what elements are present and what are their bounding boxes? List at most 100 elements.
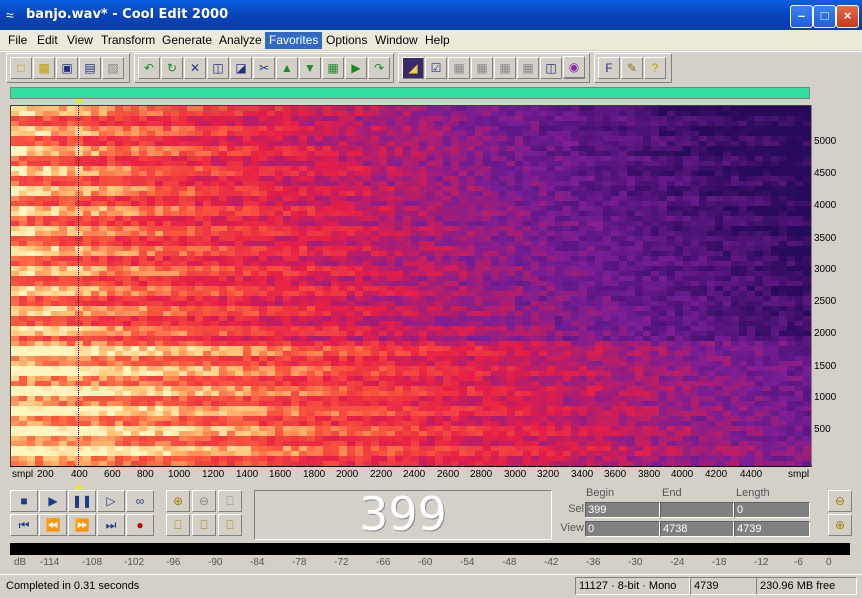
freq-label-5000: 5000 — [814, 136, 837, 147]
level-label: -84 — [250, 557, 265, 568]
grid2-icon[interactable]: ▦ — [471, 57, 493, 79]
record-icon[interactable]: ● — [126, 514, 154, 536]
status-samples[interactable]: 4739 — [690, 577, 757, 595]
play-icon[interactable]: ▶ — [39, 490, 67, 512]
time-unit-right: smpl — [788, 469, 810, 480]
cd-icon[interactable]: ◉ — [563, 56, 585, 78]
repeat-icon[interactable]: ↻ — [161, 57, 183, 79]
zoom-out-horizontal-icon[interactable]: ⊖ — [192, 490, 216, 512]
zoom-out-vertical-icon[interactable]: ⊖ — [828, 490, 852, 512]
playback-cursor[interactable] — [78, 105, 79, 465]
sel-end-field[interactable] — [660, 502, 734, 518]
info-icon[interactable]: ◫ — [540, 57, 562, 79]
open-icon[interactable]: ▩ — [33, 57, 55, 79]
zoom-full-icon[interactable]: ⎕ — [218, 490, 242, 512]
menu-favorites[interactable]: Favorites — [265, 32, 323, 49]
menu-transform[interactable]: Transform — [97, 32, 159, 49]
zoom-left-icon[interactable]: ⎕ — [192, 514, 216, 536]
level-label: -6 — [794, 557, 803, 568]
stop-icon[interactable]: ■ — [10, 490, 38, 512]
view-end-field[interactable]: 4738 — [660, 521, 734, 537]
mixdown-icon[interactable]: ↷ — [368, 57, 390, 79]
time-label: 3200 — [537, 469, 560, 480]
time-label: 2800 — [470, 469, 493, 480]
time-label: 4200 — [705, 469, 728, 480]
freq-label-500: 500 — [814, 424, 831, 435]
menu-generate[interactable]: Generate — [158, 32, 216, 49]
save-icon[interactable]: ▣ — [56, 57, 78, 79]
mix-paste-icon[interactable]: ▼ — [299, 57, 321, 79]
go-to-end-icon[interactable]: ⏭ — [97, 514, 125, 536]
spectrogram-view[interactable] — [10, 105, 812, 467]
zoom-selection-icon[interactable]: ⎕ — [166, 514, 190, 536]
undo-icon[interactable]: ↶ — [138, 57, 160, 79]
close-button[interactable]: × — [836, 5, 859, 28]
status-format[interactable]: 11127 · 8-bit · Mono — [575, 577, 690, 595]
level-label: -18 — [712, 557, 727, 568]
waveform-overview-bar[interactable] — [10, 87, 810, 99]
menu-bar: File Edit View Transform Generate Analyz… — [0, 30, 862, 50]
app-icon[interactable]: ≈ — [6, 7, 22, 23]
level-label: -108 — [82, 557, 103, 568]
toolbar-edit-group: ↶ ↻ ✕ ◫ ◪ ✂ ▲ ▼ ▦ ▶ ↷ — [134, 53, 394, 83]
view-begin-field[interactable]: 0 — [585, 521, 660, 537]
menu-file[interactable]: File — [4, 32, 31, 49]
trim-icon[interactable]: ▲ — [276, 57, 298, 79]
level-label: -78 — [292, 557, 307, 568]
paste-icon[interactable]: ◪ — [230, 57, 252, 79]
time-display: 399 — [254, 487, 552, 541]
grid4-icon[interactable]: ▦ — [517, 57, 539, 79]
menu-window[interactable]: Window — [371, 32, 422, 49]
menu-view[interactable]: View — [63, 32, 97, 49]
close-file-icon[interactable]: ▧ — [102, 57, 124, 79]
zoom-in-vertical-icon[interactable]: ⊕ — [828, 514, 852, 536]
cut-tool-icon[interactable]: ✕ — [184, 57, 206, 79]
menu-options[interactable]: Options — [322, 32, 371, 49]
script-icon[interactable]: ✎ — [621, 57, 643, 79]
play-to-end-icon[interactable]: ▷ — [97, 490, 125, 512]
menu-help[interactable]: Help — [421, 32, 454, 49]
pause-icon[interactable]: ❚❚ — [68, 490, 96, 512]
convert-icon[interactable]: ▶ — [345, 57, 367, 79]
sel-length-field[interactable]: 0 — [734, 502, 810, 518]
view-length-field[interactable]: 4739 — [734, 521, 810, 537]
level-label: -30 — [628, 557, 643, 568]
freq-label-2500: 2500 — [814, 296, 837, 307]
spectral-view-icon[interactable]: ◢ — [402, 57, 424, 79]
toolbar-help-group: F ✎ ? — [594, 53, 672, 83]
sel-begin-field[interactable]: 399 — [585, 502, 660, 518]
minimize-button[interactable]: – — [790, 5, 813, 28]
maximize-button[interactable]: □ — [813, 5, 836, 28]
level-label: -54 — [460, 557, 475, 568]
help-icon[interactable]: ? — [644, 57, 666, 79]
zoom-in-horizontal-icon[interactable]: ⊕ — [166, 490, 190, 512]
zoom-right-icon[interactable]: ⎕ — [218, 514, 242, 536]
fast-forward-icon[interactable]: ⏩ — [68, 514, 96, 536]
menu-analyze[interactable]: Analyze — [215, 32, 266, 49]
save-all-icon[interactable]: ▤ — [79, 57, 101, 79]
toggle-icon[interactable]: ☑ — [425, 57, 447, 79]
new-icon[interactable]: □ — [10, 57, 32, 79]
sel-label: Sel — [568, 503, 584, 515]
go-to-beginning-icon[interactable]: ⏮ — [10, 514, 38, 536]
grid1-icon[interactable]: ▦ — [448, 57, 470, 79]
loop-icon[interactable]: ∞ — [126, 490, 154, 512]
cursor-marker-bottom[interactable] — [74, 483, 84, 489]
paste-new-icon[interactable]: ▦ — [322, 57, 344, 79]
favorites-icon[interactable]: F — [598, 57, 620, 79]
window-title: banjo.wav* - Cool Edit 2000 — [26, 7, 229, 22]
rewind-icon[interactable]: ⏪ — [39, 514, 67, 536]
time-label: 400 — [71, 469, 88, 480]
scissors-icon[interactable]: ✂ — [253, 57, 275, 79]
time-label: 3000 — [504, 469, 527, 480]
freq-label-3500: 3500 — [814, 233, 837, 244]
length-header: Length — [736, 487, 770, 499]
status-message: Completed in 0.31 seconds — [6, 580, 140, 592]
time-label: 600 — [104, 469, 121, 480]
copy-icon[interactable]: ◫ — [207, 57, 229, 79]
spectrogram-canvas[interactable] — [11, 106, 811, 466]
freq-label-1500: 1500 — [814, 361, 837, 372]
menu-edit[interactable]: Edit — [33, 32, 62, 49]
time-label: 3400 — [571, 469, 594, 480]
grid3-icon[interactable]: ▦ — [494, 57, 516, 79]
